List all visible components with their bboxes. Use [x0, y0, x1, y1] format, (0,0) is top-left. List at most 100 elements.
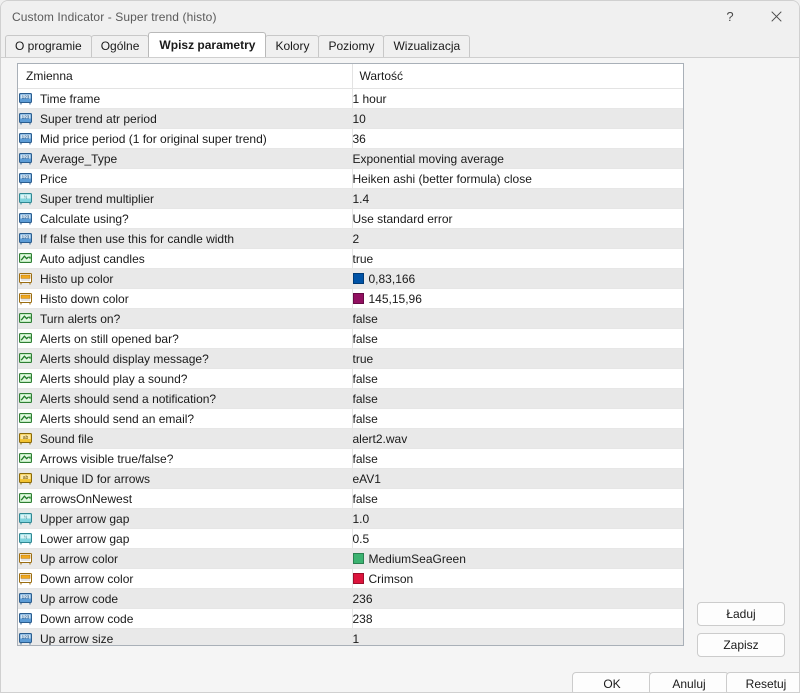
- reset-button[interactable]: Resetuj: [726, 672, 800, 693]
- parameter-name-cell[interactable]: Alerts should send a notification?: [18, 389, 352, 409]
- table-row[interactable]: 123Calculate using?Use standard error: [18, 209, 683, 229]
- tab-ogolne[interactable]: Ogólne: [91, 35, 150, 57]
- cancel-button[interactable]: Anuluj: [649, 672, 729, 693]
- parameter-name-cell[interactable]: abUnique ID for arrows: [18, 469, 352, 489]
- table-row[interactable]: Histo up color0,83,166: [18, 269, 683, 289]
- parameter-value-cell[interactable]: 36: [352, 129, 683, 149]
- close-icon[interactable]: [753, 1, 799, 32]
- parameter-value-cell[interactable]: true: [352, 349, 683, 369]
- parameter-value-cell[interactable]: 10: [352, 109, 683, 129]
- parameter-value-cell[interactable]: false: [352, 449, 683, 469]
- parameter-value-cell[interactable]: Use standard error: [352, 209, 683, 229]
- ok-button[interactable]: OK: [572, 672, 652, 693]
- table-row[interactable]: Alerts should send an email?false: [18, 409, 683, 429]
- parameter-value-cell[interactable]: 0.5: [352, 529, 683, 549]
- parameter-value-cell[interactable]: 1 hour: [352, 89, 683, 109]
- table-row[interactable]: 123Mid price period (1 for original supe…: [18, 129, 683, 149]
- table-row[interactable]: ½Super trend multiplier1.4: [18, 189, 683, 209]
- table-row[interactable]: 123If false then use this for candle wid…: [18, 229, 683, 249]
- parameter-name-cell[interactable]: 123Super trend atr period: [18, 109, 352, 129]
- parameter-value-cell[interactable]: false: [352, 309, 683, 329]
- parameter-value-cell[interactable]: eAV1: [352, 469, 683, 489]
- table-row[interactable]: abSound filealert2.wav: [18, 429, 683, 449]
- table-row[interactable]: Alerts should display message?true: [18, 349, 683, 369]
- table-row[interactable]: Turn alerts on?false: [18, 309, 683, 329]
- parameter-value-cell[interactable]: 145,15,96: [352, 289, 683, 309]
- table-row[interactable]: Alerts should send a notification?false: [18, 389, 683, 409]
- table-row[interactable]: Arrows visible true/false?false: [18, 449, 683, 469]
- column-header-value[interactable]: Wartość: [352, 64, 683, 89]
- parameter-value-cell[interactable]: Crimson: [352, 569, 683, 589]
- table-row[interactable]: ½Lower arrow gap0.5: [18, 529, 683, 549]
- parameter-name-cell[interactable]: 123Down arrow code: [18, 609, 352, 629]
- parameter-value-cell[interactable]: false: [352, 329, 683, 349]
- parameter-name-cell[interactable]: 123If false then use this for candle wid…: [18, 229, 352, 249]
- tab-kolory[interactable]: Kolory: [265, 35, 319, 57]
- parameter-value-cell[interactable]: Heiken ashi (better formula) close: [352, 169, 683, 189]
- tab-wizualizacja[interactable]: Wizualizacja: [383, 35, 470, 57]
- help-icon[interactable]: ?: [707, 1, 753, 32]
- parameter-name-cell[interactable]: Alerts should send an email?: [18, 409, 352, 429]
- parameter-value-cell[interactable]: 1.4: [352, 189, 683, 209]
- parameter-value-cell[interactable]: 236: [352, 589, 683, 609]
- parameter-value-cell[interactable]: false: [352, 409, 683, 429]
- parameter-name-cell[interactable]: Alerts should play a sound?: [18, 369, 352, 389]
- table-row[interactable]: Auto adjust candlestrue: [18, 249, 683, 269]
- parameter-value-cell[interactable]: false: [352, 489, 683, 509]
- parameter-value-cell[interactable]: 2: [352, 229, 683, 249]
- parameter-value-cell[interactable]: false: [352, 389, 683, 409]
- parameter-value-cell[interactable]: 0,83,166: [352, 269, 683, 289]
- parameter-name-cell[interactable]: ½Super trend multiplier: [18, 189, 352, 209]
- parameter-name-cell[interactable]: Down arrow color: [18, 569, 352, 589]
- table-row[interactable]: 123Average_TypeExponential moving averag…: [18, 149, 683, 169]
- table-row[interactable]: 123Up arrow code236: [18, 589, 683, 609]
- parameter-name-cell[interactable]: Arrows visible true/false?: [18, 449, 352, 469]
- tab-wpisz-parametry[interactable]: Wpisz parametry: [148, 32, 266, 57]
- parameter-name-cell[interactable]: Turn alerts on?: [18, 309, 352, 329]
- parameter-value-cell[interactable]: 238: [352, 609, 683, 629]
- parameter-name-cell[interactable]: Histo up color: [18, 269, 352, 289]
- table-row[interactable]: Alerts should play a sound?false: [18, 369, 683, 389]
- parameter-name-cell[interactable]: 123Time frame: [18, 89, 352, 109]
- parameter-name-cell[interactable]: 123Calculate using?: [18, 209, 352, 229]
- parameters-table-container[interactable]: Zmienna Wartość 123Time frame1 hour123Su…: [17, 63, 684, 646]
- parameter-name-cell[interactable]: 123Price: [18, 169, 352, 189]
- table-row[interactable]: ½Upper arrow gap1.0: [18, 509, 683, 529]
- load-button[interactable]: Ładuj: [697, 602, 785, 626]
- parameter-value-cell[interactable]: false: [352, 369, 683, 389]
- table-row[interactable]: 123PriceHeiken ashi (better formula) clo…: [18, 169, 683, 189]
- table-row[interactable]: abUnique ID for arrowseAV1: [18, 469, 683, 489]
- parameter-name-cell[interactable]: ½Upper arrow gap: [18, 509, 352, 529]
- column-header-variable[interactable]: Zmienna: [18, 64, 352, 89]
- table-row[interactable]: arrowsOnNewestfalse: [18, 489, 683, 509]
- parameter-value-cell[interactable]: true: [352, 249, 683, 269]
- parameter-name-cell[interactable]: 123Up arrow code: [18, 589, 352, 609]
- tab-o-programie[interactable]: O programie: [5, 35, 92, 57]
- parameter-name-cell[interactable]: Alerts on still opened bar?: [18, 329, 352, 349]
- table-row[interactable]: Alerts on still opened bar?false: [18, 329, 683, 349]
- parameter-name-cell[interactable]: ½Lower arrow gap: [18, 529, 352, 549]
- table-row[interactable]: Histo down color145,15,96: [18, 289, 683, 309]
- table-row[interactable]: 123Time frame1 hour: [18, 89, 683, 109]
- table-row[interactable]: Up arrow colorMediumSeaGreen: [18, 549, 683, 569]
- parameter-value-cell[interactable]: 1: [352, 629, 683, 647]
- parameter-value-cell[interactable]: 1.0: [352, 509, 683, 529]
- parameter-value-cell[interactable]: Exponential moving average: [352, 149, 683, 169]
- parameter-name-cell[interactable]: arrowsOnNewest: [18, 489, 352, 509]
- table-row[interactable]: Down arrow colorCrimson: [18, 569, 683, 589]
- table-row[interactable]: 123Up arrow size1: [18, 629, 683, 647]
- parameter-value-cell[interactable]: MediumSeaGreen: [352, 549, 683, 569]
- parameter-value-cell[interactable]: alert2.wav: [352, 429, 683, 449]
- parameter-name-cell[interactable]: 123Average_Type: [18, 149, 352, 169]
- parameter-name-cell[interactable]: Up arrow color: [18, 549, 352, 569]
- parameter-name-cell[interactable]: Auto adjust candles: [18, 249, 352, 269]
- tab-poziomy[interactable]: Poziomy: [318, 35, 384, 57]
- table-row[interactable]: 123Super trend atr period10: [18, 109, 683, 129]
- parameter-name-cell[interactable]: abSound file: [18, 429, 352, 449]
- table-row[interactable]: 123Down arrow code238: [18, 609, 683, 629]
- save-button[interactable]: Zapisz: [697, 633, 785, 657]
- parameter-name-cell[interactable]: 123Up arrow size: [18, 629, 352, 647]
- parameter-name-cell[interactable]: 123Mid price period (1 for original supe…: [18, 129, 352, 149]
- parameter-name-cell[interactable]: Histo down color: [18, 289, 352, 309]
- parameter-name-cell[interactable]: Alerts should display message?: [18, 349, 352, 369]
